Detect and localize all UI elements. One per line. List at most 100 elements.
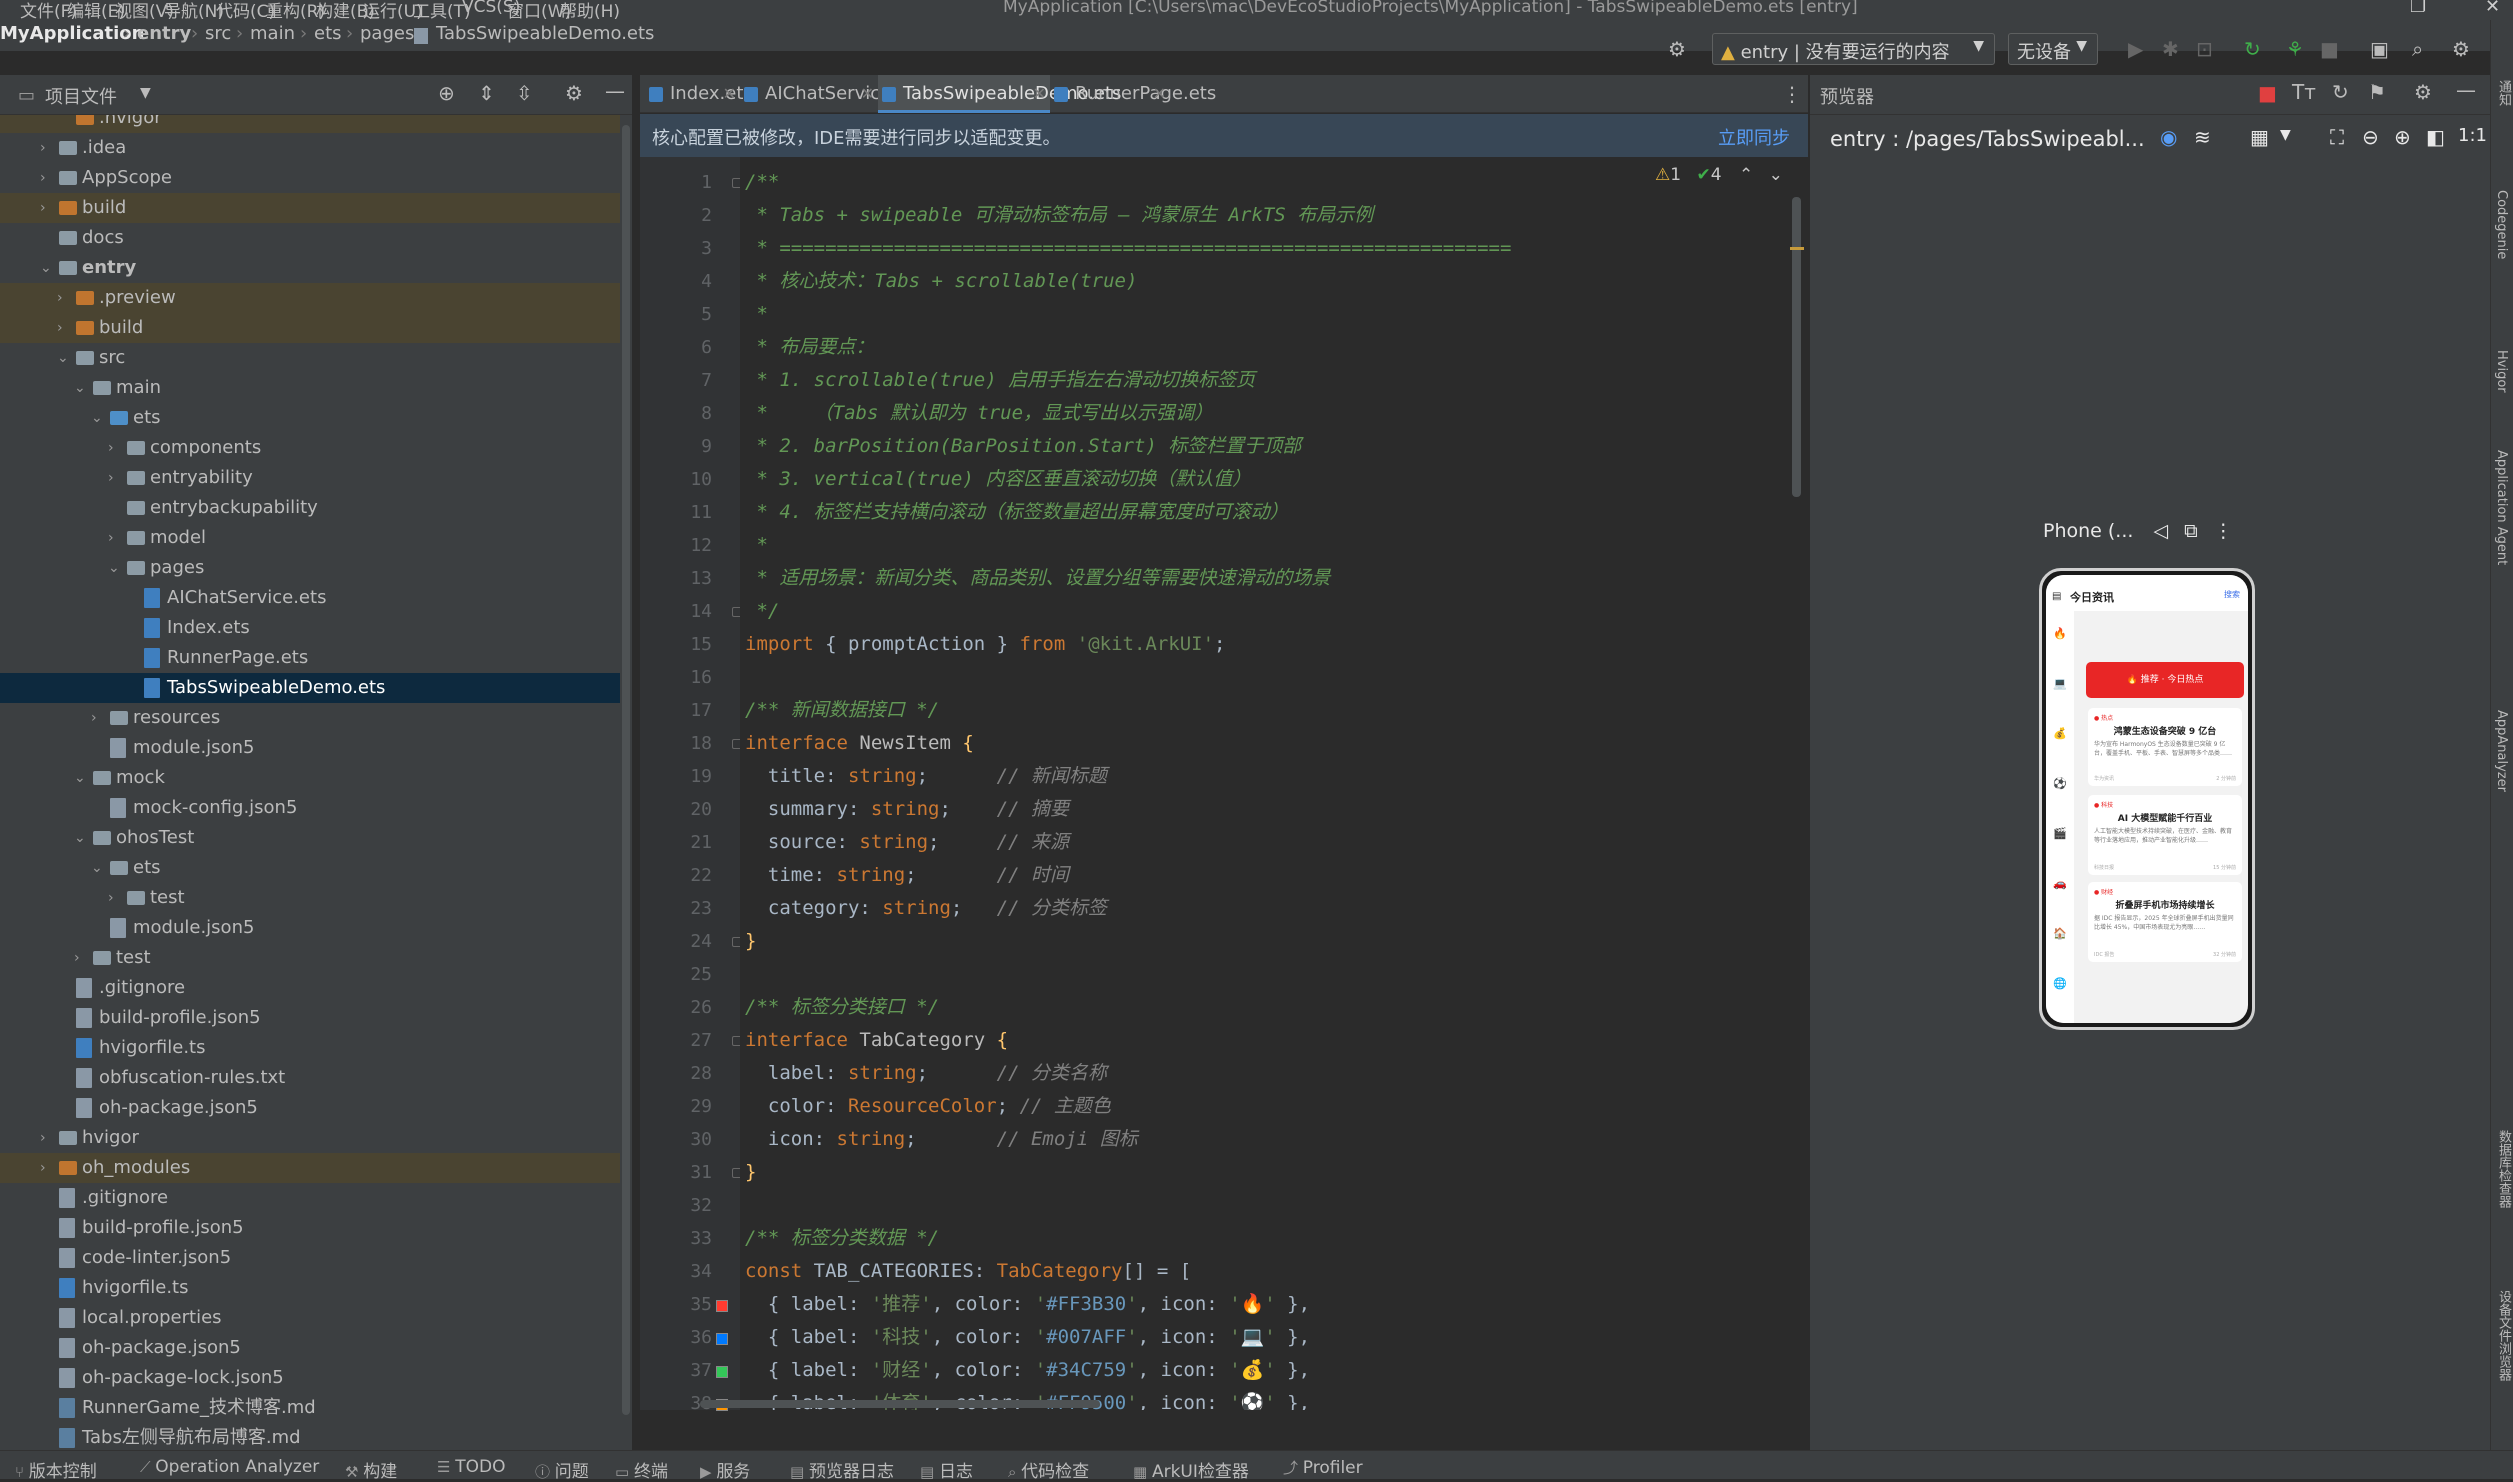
breadcrumb-item[interactable]: pages: [360, 23, 414, 44]
tree-row[interactable]: ⌄ pages: [0, 553, 620, 583]
chevron-up-icon[interactable]: ⌃: [1739, 165, 1753, 185]
tree-row[interactable]: › entryability: [0, 463, 620, 493]
chevron-right-icon[interactable]: ›: [40, 163, 46, 193]
chevron-down-icon[interactable]: ⌄: [1769, 165, 1783, 185]
restore-icon[interactable]: ❐: [2410, 0, 2426, 17]
chevron-down-icon[interactable]: ⌄: [74, 763, 86, 793]
rotate-icon[interactable]: ◧: [2426, 125, 2445, 149]
tree-row[interactable]: › test: [0, 943, 620, 973]
hvigor-icon[interactable]: ⚘: [2286, 37, 2304, 61]
tab-0[interactable]: Index.ets ✕: [645, 75, 753, 113]
debug-icon[interactable]: ✱: [2162, 37, 2179, 61]
breadcrumb-item[interactable]: ets: [314, 23, 342, 44]
right-tool-4[interactable]: AppAnalyzer: [2494, 710, 2509, 792]
chevron-down-icon[interactable]: ⌄: [108, 553, 120, 583]
side-tab-icon[interactable]: 🔥: [2052, 627, 2068, 641]
tree-row[interactable]: AIChatService.ets: [0, 583, 620, 613]
tree-row[interactable]: .hvigor: [0, 115, 620, 133]
menu-item-3[interactable]: 导航(N): [164, 0, 224, 20]
actual-size-icon[interactable]: 1:1: [2458, 125, 2487, 146]
header-action[interactable]: 搜索: [2224, 589, 2240, 600]
status-item-0[interactable]: ⑂ 版本控制: [15, 1457, 97, 1482]
tree-row[interactable]: ⌄ ohosTest: [0, 823, 620, 853]
breadcrumb-item[interactable]: entry: [137, 23, 191, 44]
news-card[interactable]: ● 财经 折叠屏手机市场持续增长据 IDC 报告显示，2025 年全球折叠屏手机出…: [2088, 882, 2242, 962]
collapse-all-icon[interactable]: ⇳: [516, 81, 533, 105]
chevron-right-icon[interactable]: ›: [91, 703, 97, 733]
close-icon[interactable]: ✕: [1033, 75, 1046, 113]
chevron-down-icon[interactable]: ⌄: [91, 853, 103, 883]
chevron-right-icon[interactable]: ›: [108, 433, 114, 463]
tab-3[interactable]: RunnerPage.ets ✕: [1050, 75, 1216, 113]
editor-hscrollbar[interactable]: [700, 1400, 1100, 1408]
tree-row[interactable]: RunnerPage.ets: [0, 643, 620, 673]
menu-item-11[interactable]: 帮助(H): [560, 0, 620, 20]
code-editor[interactable]: /** * Tabs + swipeable 可滑动标签布局 — 鸿蒙原生 Ar…: [740, 157, 1800, 1410]
status-item-3[interactable]: ☰ TODO: [437, 1457, 505, 1477]
expand-all-icon[interactable]: ⇕: [478, 81, 495, 105]
tree-row[interactable]: .gitignore: [0, 1183, 620, 1213]
tree-row[interactable]: Index.ets: [0, 613, 620, 643]
chevron-right-icon[interactable]: ›: [108, 523, 114, 553]
layers-icon[interactable]: ≋: [2194, 125, 2211, 149]
tree-row[interactable]: ⌄ src: [0, 343, 620, 373]
refresh-icon[interactable]: ↻: [2332, 80, 2349, 104]
tab-1[interactable]: AIChatService.ets ✕: [740, 75, 924, 113]
tree-row[interactable]: obfuscation-rules.txt: [0, 1063, 620, 1093]
side-tab-icon[interactable]: 🎬: [2052, 827, 2068, 841]
chevron-down-icon[interactable]: ⌄: [74, 823, 86, 853]
chevron-right-icon[interactable]: ›: [74, 943, 80, 973]
chevron-down-icon[interactable]: ⌄: [91, 403, 103, 433]
tree-row[interactable]: local.properties: [0, 1303, 620, 1333]
side-tab-icon[interactable]: 💻: [2052, 677, 2068, 691]
tree-row[interactable]: build-profile.json5: [0, 1213, 620, 1243]
tree-row[interactable]: › model: [0, 523, 620, 553]
tree-row[interactable]: › oh_modules: [0, 1153, 620, 1183]
status-item-5[interactable]: ▭ 终端: [615, 1457, 668, 1482]
chevron-right-icon[interactable]: ›: [108, 883, 114, 913]
news-card[interactable]: ● 热点 鸿蒙生态设备突破 9 亿台 华为宣布 HarmonyOS 生态设备数量已突…: [2088, 708, 2242, 786]
tree-row[interactable]: › resources: [0, 703, 620, 733]
right-tool-1[interactable]: Codegenie: [2494, 190, 2509, 259]
right-tool-6[interactable]: 设备文件浏览器: [2494, 1290, 2513, 1381]
tree-row[interactable]: › hvigor: [0, 1123, 620, 1153]
status-item-2[interactable]: ⚒ 构建: [345, 1457, 397, 1482]
more-icon[interactable]: ⋮: [2214, 520, 2233, 542]
back-icon[interactable]: ◁: [2153, 520, 2168, 542]
minimize-icon[interactable]: —: [2456, 78, 2476, 102]
color-swatch-icon[interactable]: [716, 1366, 728, 1378]
tree-row[interactable]: › .preview: [0, 283, 620, 313]
stop-icon[interactable]: ■: [2320, 37, 2339, 61]
phone-screen[interactable]: ▤ 今日资讯 搜索 🔥 💻 💰 ⚽ 🎬 🚗 🏠 🌐 🔥 推荐 · 今日热点 ● 热点 鸿蒙生态设…: [2046, 575, 2248, 1023]
right-tool-3[interactable]: Application Agent: [2494, 450, 2509, 565]
run-icon[interactable]: ▶: [2128, 37, 2143, 61]
tree-row[interactable]: hvigorfile.ts: [0, 1033, 620, 1063]
inspection-widget[interactable]: ⚠1 ✔4 ⌃ ⌄: [1655, 165, 1783, 185]
tree-row[interactable]: › AppScope: [0, 163, 620, 193]
status-item-8[interactable]: ▤ 日志: [920, 1457, 973, 1482]
status-item-7[interactable]: ▤ 预览器日志: [790, 1457, 894, 1482]
close-icon[interactable]: ✕: [861, 75, 874, 113]
chevron-down-icon[interactable]: ⌄: [40, 253, 52, 283]
status-item-10[interactable]: ▦ ArkUI检查器: [1133, 1457, 1249, 1482]
chevron-right-icon[interactable]: ›: [40, 1123, 46, 1153]
chevron-down-icon[interactable]: ⌄: [57, 343, 69, 373]
pin-icon[interactable]: ⚑: [2368, 80, 2386, 104]
tree-row[interactable]: Tabs左侧导航布局博客.md: [0, 1423, 620, 1450]
tree-row[interactable]: › build: [0, 313, 620, 343]
right-tool-2[interactable]: Hvigor: [2494, 350, 2509, 393]
locate-icon[interactable]: ⊕: [438, 81, 455, 105]
tree-row[interactable]: RunnerGame_技术博客.md: [0, 1393, 620, 1423]
close-icon[interactable]: ✕: [723, 75, 736, 113]
tree-row[interactable]: oh-package.json5: [0, 1093, 620, 1123]
breadcrumb-item[interactable]: TabsSwipeableDemo.ets: [436, 23, 654, 44]
tree-row[interactable]: build-profile.json5: [0, 1003, 620, 1033]
chevron-down-icon[interactable]: ⌄: [74, 373, 86, 403]
editor-scrollbar[interactable]: [1790, 157, 1804, 1410]
font-size-icon[interactable]: Tт: [2292, 80, 2316, 104]
search-icon[interactable]: ⌕: [2412, 37, 2423, 61]
gear-icon[interactable]: ⚙: [565, 81, 583, 105]
sync-now-link[interactable]: 立即同步: [1718, 124, 1790, 150]
fold-icon[interactable]: ⧉: [2184, 520, 2198, 542]
chevron-down-icon[interactable]: ▼: [2280, 127, 2291, 143]
